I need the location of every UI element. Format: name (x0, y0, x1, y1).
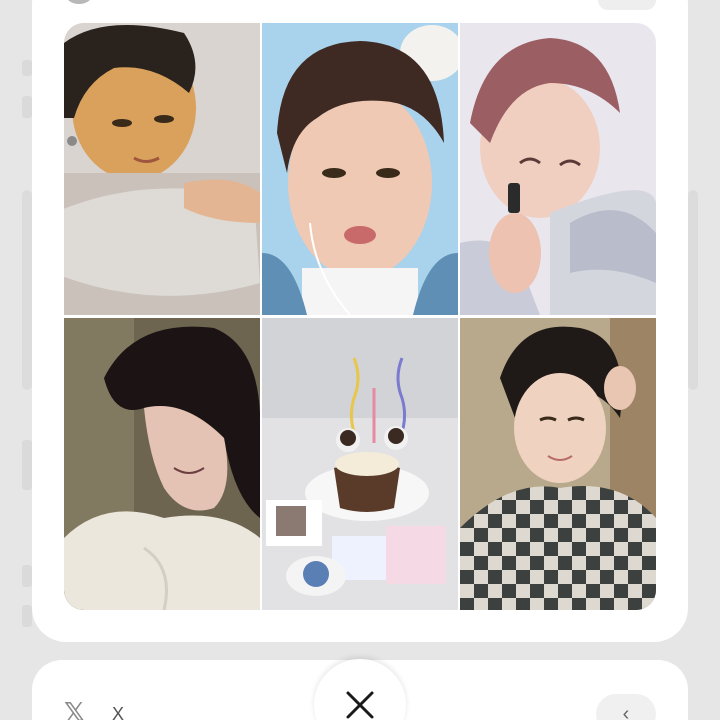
photo-tile[interactable] (460, 23, 656, 315)
share-network-label: X (112, 704, 125, 720)
photo-birthday-cake (262, 318, 458, 610)
photo-scarf-hands (460, 23, 656, 315)
close-icon (346, 691, 374, 719)
x-logo-icon[interactable]: 𝕏 (64, 700, 85, 720)
photo-dark-hair-profile (64, 318, 260, 610)
photo-tile[interactable] (64, 23, 260, 315)
background-text-line (22, 440, 32, 490)
share-more-button[interactable]: ‹ (596, 694, 656, 720)
top-action-pill[interactable] (598, 0, 656, 10)
background-text-line (22, 96, 32, 118)
background-text-line (22, 565, 32, 587)
photo-checkered-sweater (460, 318, 656, 610)
background-text-line (22, 605, 32, 627)
background-card (22, 190, 32, 390)
photo-grid (64, 23, 656, 610)
background-text-line (22, 60, 32, 76)
photo-tile[interactable] (460, 318, 656, 610)
photo-selfie-pillow (64, 23, 260, 315)
background-card (688, 190, 698, 390)
photo-tile[interactable] (64, 318, 260, 610)
photo-tile[interactable] (262, 318, 458, 610)
photo-tile[interactable] (262, 23, 458, 315)
photo-pout-blue-background (262, 23, 458, 315)
